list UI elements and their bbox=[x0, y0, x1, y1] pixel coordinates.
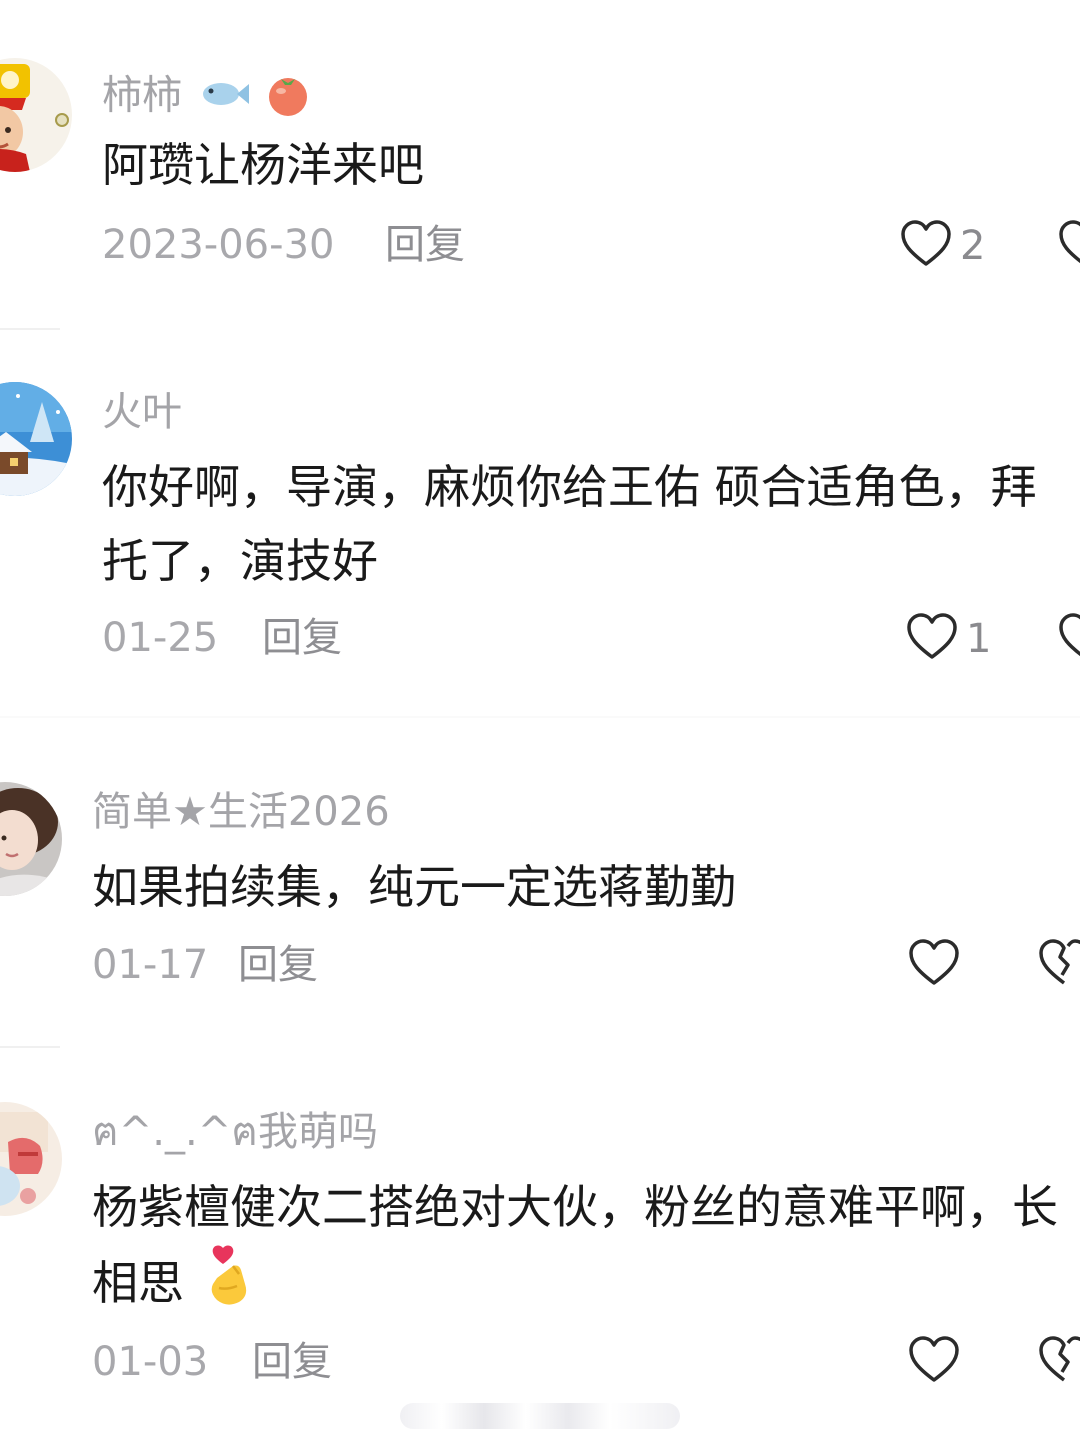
comment-line: 你好啊，导演，麻烦你给王佑 硕合适角色，拜 bbox=[102, 460, 1037, 514]
comment-date: 01-25 bbox=[102, 615, 219, 661]
comment-text: 如果拍续集，纯元一定选蒋勤勤 bbox=[92, 850, 736, 924]
broken-heart-icon bbox=[1038, 1336, 1080, 1388]
username-text: 柿柿 bbox=[102, 72, 182, 119]
comment-line: 阿瓒让杨洋来吧 bbox=[102, 138, 424, 192]
tomato-icon bbox=[263, 71, 313, 124]
username[interactable]: 柿柿 bbox=[102, 71, 313, 124]
comment-text: 你好啊，导演，麻烦你给王佑 硕合适角色，拜 托了，演技好 bbox=[102, 450, 1037, 598]
comment-text: 杨紫檀健次二搭绝对大伙，粉丝的意难平啊，长 相思 bbox=[92, 1170, 1058, 1329]
divider bbox=[0, 1046, 60, 1048]
comment-item: 火叶 你好啊，导演，麻烦你给王佑 硕合适角色，拜 托了，演技好 01-25 回复… bbox=[0, 330, 1080, 720]
reply-button[interactable]: 回复 bbox=[385, 225, 465, 265]
avatar[interactable] bbox=[0, 1102, 62, 1216]
fish-icon bbox=[199, 76, 251, 119]
dislike-button[interactable] bbox=[1058, 613, 1080, 665]
comment-item: 柿柿 阿瓒让杨洋来吧 2023-06-30 回复 2 bbox=[0, 0, 1080, 320]
like-button[interactable] bbox=[908, 1336, 968, 1388]
comment-line: 如果拍续集，纯元一定选蒋勤勤 bbox=[92, 860, 736, 914]
heart-icon bbox=[906, 613, 958, 665]
bottom-blurred-bar bbox=[400, 1403, 680, 1429]
comment-line: 相思 bbox=[92, 1256, 184, 1310]
broken-heart-icon bbox=[1038, 939, 1080, 991]
comment-list: 柿柿 阿瓒让杨洋来吧 2023-06-30 回复 2 火叶 你好啊，导演，麻烦你… bbox=[0, 0, 1080, 1440]
reply-button[interactable]: 回复 bbox=[238, 945, 318, 985]
heart-icon bbox=[900, 220, 952, 272]
like-button[interactable]: 1 bbox=[906, 613, 991, 665]
heart-icon bbox=[908, 1336, 960, 1388]
like-button[interactable]: 2 bbox=[900, 220, 985, 272]
username[interactable]: 简单★生活2026 bbox=[92, 792, 390, 832]
dislike-button[interactable] bbox=[1038, 1336, 1080, 1388]
comment-date: 2023-06-30 bbox=[102, 222, 335, 268]
comment-date: 01-17 bbox=[92, 942, 209, 988]
like-count: 1 bbox=[966, 616, 992, 662]
avatar[interactable] bbox=[0, 782, 62, 896]
divider bbox=[0, 716, 1080, 718]
comment-line: 托了，演技好 bbox=[102, 534, 378, 588]
comment-line-with-emoji: 相思 bbox=[92, 1244, 1058, 1329]
username[interactable]: ฅ^._.^ฅ我萌吗 bbox=[92, 1112, 378, 1152]
comment-item: ฅ^._.^ฅ我萌吗 杨紫檀健次二搭绝对大伙，粉丝的意难平啊，长 相思 01-0… bbox=[0, 1050, 1080, 1440]
broken-heart-icon bbox=[1058, 613, 1080, 665]
reply-button[interactable]: 回复 bbox=[252, 1342, 332, 1382]
comment-item: 简单★生活2026 如果拍续集，纯元一定选蒋勤勤 01-17 回复 bbox=[0, 720, 1080, 1050]
comment-text: 阿瓒让杨洋来吧 bbox=[102, 128, 424, 202]
like-count: 2 bbox=[960, 223, 986, 269]
like-button[interactable] bbox=[908, 939, 968, 991]
comment-line: 杨紫檀健次二搭绝对大伙，粉丝的意难平啊，长 bbox=[92, 1180, 1058, 1234]
broken-heart-icon bbox=[1058, 220, 1080, 272]
dislike-button[interactable] bbox=[1058, 220, 1080, 272]
avatar[interactable] bbox=[0, 382, 72, 496]
dislike-button[interactable] bbox=[1038, 939, 1080, 991]
reply-button[interactable]: 回复 bbox=[262, 618, 342, 658]
comment-date: 01-03 bbox=[92, 1339, 209, 1385]
heart-icon bbox=[908, 939, 960, 991]
finger-heart-emoji bbox=[203, 1244, 257, 1329]
username[interactable]: 火叶 bbox=[102, 392, 182, 432]
avatar[interactable] bbox=[0, 58, 72, 172]
